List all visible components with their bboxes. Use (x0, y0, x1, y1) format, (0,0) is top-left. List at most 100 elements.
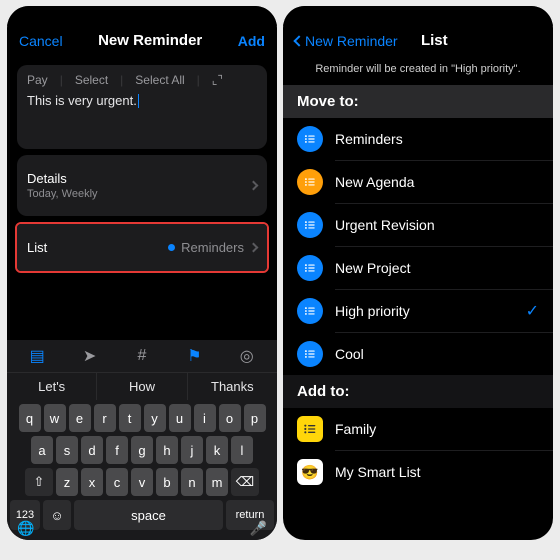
key-v[interactable]: v (131, 468, 153, 496)
key-y[interactable]: y (144, 404, 166, 432)
keyboard-row-2: a s d f g h j k l (10, 436, 274, 464)
list-option[interactable]: Reminders (283, 118, 553, 160)
page-title: New Reminder (98, 32, 202, 49)
list-bullet-icon (297, 212, 323, 238)
list-bullet-icon (297, 255, 323, 281)
key-delete[interactable]: ⌫ (231, 468, 259, 496)
list-row[interactable]: List Reminders (17, 224, 267, 271)
nav-bar: Cancel New Reminder Add (7, 26, 277, 59)
key-w[interactable]: w (44, 404, 66, 432)
key-b[interactable]: b (156, 468, 178, 496)
suggestion-2[interactable]: How (97, 373, 187, 400)
toolbar-camera-icon[interactable]: ◎ (227, 346, 267, 366)
phone-new-reminder: Cancel New Reminder Add Pay | Select | S… (7, 6, 277, 540)
key-space[interactable]: space (74, 500, 223, 530)
chevron-right-icon (249, 243, 259, 253)
details-subtitle: Today, Weekly (27, 188, 98, 200)
add-to-header: Add to: (283, 375, 553, 408)
chevron-right-icon (249, 181, 259, 191)
key-h[interactable]: h (156, 436, 178, 464)
move-to-header: Move to: (283, 85, 553, 118)
phone-list-picker: New Reminder List Reminder will be creat… (283, 6, 553, 540)
title-field[interactable]: Pay (27, 73, 48, 87)
key-z[interactable]: z (56, 468, 78, 496)
key-u[interactable]: u (169, 404, 191, 432)
shared-list-icon (297, 416, 323, 442)
quick-toolbar: ▤ ➤ # ⚑ ◎ (7, 340, 277, 372)
list-row-value: Reminders (181, 240, 244, 255)
key-m[interactable]: m (206, 468, 228, 496)
status-bar (7, 6, 277, 26)
list-bullet-icon (297, 341, 323, 367)
scan-text-icon[interactable]: ⌞⌝ (212, 73, 223, 87)
chevron-left-icon (293, 35, 304, 46)
list-option-label: Cool (335, 346, 539, 362)
list-bullet-icon (297, 298, 323, 324)
key-q[interactable]: q (19, 404, 41, 432)
key-l[interactable]: l (231, 436, 253, 464)
key-emoji[interactable]: ☺ (43, 500, 71, 530)
key-g[interactable]: g (131, 436, 153, 464)
globe-icon[interactable]: 🌐 (17, 520, 34, 537)
list-option[interactable]: New Project (283, 247, 553, 289)
key-r[interactable]: r (94, 404, 116, 432)
select-action[interactable]: Select (75, 73, 108, 87)
list-option[interactable]: Cool (283, 333, 553, 375)
list-bullet-icon (297, 169, 323, 195)
checkmark-icon: ✓ (526, 301, 539, 321)
keyboard-row-1: q w e r t y u i o p (10, 404, 274, 432)
key-o[interactable]: o (219, 404, 241, 432)
back-button[interactable]: New Reminder (295, 33, 398, 49)
nav-bar: New Reminder List (283, 26, 553, 59)
keyboard-area: ▤ ➤ # ⚑ ◎ Let's How Thanks q w e r t y (7, 340, 277, 540)
move-to-list: Reminders New Agenda Urgent Revision New Pr… (283, 118, 553, 375)
list-bullet-icon (297, 126, 323, 152)
key-c[interactable]: c (106, 468, 128, 496)
details-row[interactable]: Details Today, Weekly (17, 155, 267, 216)
status-bar (283, 6, 553, 26)
key-d[interactable]: d (81, 436, 103, 464)
key-f[interactable]: f (106, 436, 128, 464)
add-list-label: My Smart List (335, 464, 539, 480)
key-a[interactable]: a (31, 436, 53, 464)
toolbar-tag-icon[interactable]: # (122, 347, 162, 365)
list-option-label: New Agenda (335, 174, 539, 190)
key-n[interactable]: n (181, 468, 203, 496)
key-s[interactable]: s (56, 436, 78, 464)
key-x[interactable]: x (81, 468, 103, 496)
list-row-highlight: List Reminders (15, 222, 269, 273)
add-list-option[interactable]: 😎 My Smart List (283, 451, 553, 493)
list-option[interactable]: High priority ✓ (283, 290, 553, 332)
key-shift[interactable]: ⇧ (25, 468, 53, 496)
key-t[interactable]: t (119, 404, 141, 432)
list-color-dot (168, 244, 175, 251)
key-e[interactable]: e (69, 404, 91, 432)
key-p[interactable]: p (244, 404, 266, 432)
keyboard-row-3: ⇧ z x c v b n m ⌫ (10, 468, 274, 496)
key-j[interactable]: j (181, 436, 203, 464)
key-i[interactable]: i (194, 404, 216, 432)
list-option-label: Urgent Revision (335, 217, 539, 233)
toolbar-attachments-icon[interactable]: ▤ (17, 346, 57, 366)
keyboard-suggestions: Let's How Thanks (7, 372, 277, 400)
mic-icon[interactable]: 🎤 (250, 520, 267, 537)
add-list-label: Family (335, 421, 539, 437)
details-label: Details (27, 171, 98, 186)
page-title: List (421, 32, 448, 49)
toolbar-location-icon[interactable]: ➤ (70, 346, 110, 366)
keyboard: q w e r t y u i o p a s d f g h (7, 400, 277, 540)
suggestion-1[interactable]: Let's (7, 373, 97, 400)
key-k[interactable]: k (206, 436, 228, 464)
notes-field[interactable]: This is very urgent. (27, 87, 257, 141)
list-option-label: High priority (335, 303, 514, 319)
add-button[interactable]: Add (238, 33, 265, 49)
suggestion-3[interactable]: Thanks (188, 373, 277, 400)
list-row-label: List (27, 240, 47, 255)
add-list-option[interactable]: Family (283, 408, 553, 450)
toolbar-flag-icon[interactable]: ⚑ (174, 346, 214, 366)
select-all-action[interactable]: Select All (135, 73, 184, 87)
smart-list-icon: 😎 (297, 459, 323, 485)
list-option[interactable]: Urgent Revision (283, 204, 553, 246)
list-option[interactable]: New Agenda (283, 161, 553, 203)
cancel-button[interactable]: Cancel (19, 33, 63, 49)
